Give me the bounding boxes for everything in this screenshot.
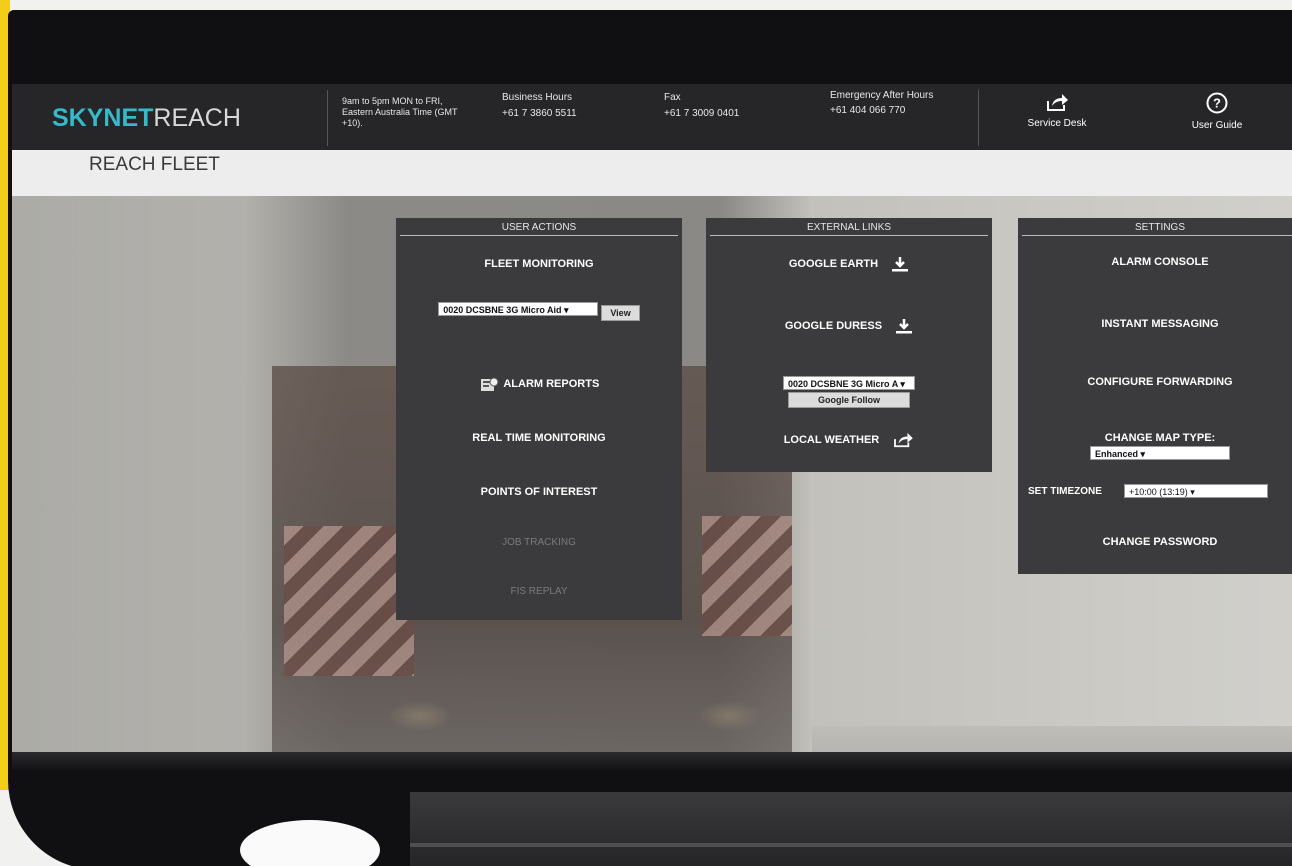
page-title: REACH FLEET bbox=[89, 154, 220, 175]
local-weather-link[interactable]: LOCAL WEATHER bbox=[706, 432, 992, 448]
business-hours-phone[interactable]: +61 7 3860 5511 bbox=[502, 108, 577, 120]
fis-replay-link[interactable]: FIS REPLAY bbox=[396, 586, 682, 597]
logo[interactable]: SKYNETREACH bbox=[52, 104, 241, 133]
photo-stripes bbox=[284, 526, 414, 676]
timezone-select[interactable]: +10:00 (13:19) ▾ bbox=[1124, 484, 1268, 498]
local-weather-label: LOCAL WEATHER bbox=[783, 433, 880, 446]
page-title-bar: REACH FLEET bbox=[12, 150, 1292, 196]
business-hours-label: Business Hours bbox=[502, 92, 573, 103]
emergency-phone[interactable]: +61 404 066 770 bbox=[830, 105, 940, 117]
google-earth-label: GOOGLE EARTH bbox=[788, 257, 879, 270]
instant-messaging-link[interactable]: INSTANT MESSAGING bbox=[1018, 318, 1292, 330]
emergency-label: Emergency After Hours bbox=[830, 90, 934, 101]
download-icon bbox=[896, 319, 913, 334]
fax-label: Fax bbox=[664, 92, 681, 103]
photo-stripes bbox=[702, 516, 792, 636]
laptop-base-edge bbox=[410, 843, 1292, 847]
points-of-interest-link[interactable]: POINTS OF INTEREST bbox=[396, 486, 682, 498]
top-header: SKYNETREACH 9am to 5pm MON to FRI, Easte… bbox=[12, 84, 1292, 150]
external-links-title: EXTERNAL LINKS bbox=[710, 218, 988, 236]
download-icon bbox=[892, 257, 909, 272]
change-map-type-label: CHANGE MAP TYPE: bbox=[1104, 432, 1216, 444]
business-hours-block: Business Hours +61 7 3860 5511 bbox=[502, 92, 577, 120]
service-desk-label: Service Desk bbox=[1027, 118, 1087, 129]
header-divider bbox=[327, 90, 328, 146]
help-circle-icon: ? bbox=[1206, 92, 1228, 114]
google-duress-label: GOOGLE DURESS bbox=[784, 319, 883, 332]
settings-panel: SETTINGS ALARM CONSOLE INSTANT MESSAGING… bbox=[1018, 218, 1292, 574]
header-divider bbox=[978, 90, 979, 146]
user-actions-title: USER ACTIONS bbox=[400, 218, 678, 236]
fleet-device-select-value: 0020 DCSBNE 3G Micro Aid bbox=[443, 305, 562, 315]
support-hours-text: 9am to 5pm MON to FRI, Eastern Australia… bbox=[342, 96, 458, 128]
change-password-link[interactable]: CHANGE PASSWORD bbox=[1018, 536, 1292, 548]
report-icon bbox=[480, 377, 499, 391]
configure-forwarding-link[interactable]: CONFIGURE FORWARDING bbox=[1018, 376, 1292, 388]
screen-bottom-edge bbox=[12, 752, 1292, 770]
emergency-block: Emergency After Hours +61 404 066 770 bbox=[830, 90, 940, 117]
service-desk-button[interactable]: Service Desk bbox=[1012, 92, 1102, 129]
google-earth-link[interactable]: GOOGLE EARTH bbox=[706, 256, 992, 272]
settings-title: SETTINGS bbox=[1022, 218, 1292, 236]
job-tracking-link[interactable]: JOB TRACKING bbox=[396, 537, 682, 548]
google-follow-row: 0020 DCSBNE 3G Micro A ▾ bbox=[706, 376, 992, 393]
real-time-monitoring-link[interactable]: REAL TIME MONITORING bbox=[396, 432, 682, 444]
photo-wall bbox=[12, 196, 252, 770]
logo-primary: SKYNET bbox=[52, 104, 154, 132]
follow-device-select[interactable]: 0020 DCSBNE 3G Micro A ▾ bbox=[783, 376, 915, 390]
google-follow-row-2: Google Follow bbox=[706, 392, 992, 408]
svg-text:?: ? bbox=[1213, 96, 1221, 111]
share-icon bbox=[894, 432, 914, 448]
map-type-row: Enhanced ▾ bbox=[1018, 446, 1292, 463]
laptop-base bbox=[410, 792, 1292, 866]
logo-secondary: REACH bbox=[153, 104, 241, 132]
alarm-console-link[interactable]: ALARM CONSOLE bbox=[1018, 256, 1292, 268]
google-follow-button[interactable]: Google Follow bbox=[788, 392, 910, 408]
external-links-panel: EXTERNAL LINKS GOOGLE EARTH GOOGLE DURES… bbox=[706, 218, 992, 472]
google-duress-link[interactable]: GOOGLE DURESS bbox=[706, 318, 992, 334]
fax-number: +61 7 3009 0401 bbox=[664, 108, 740, 119]
fleet-device-select[interactable]: 0020 DCSBNE 3G Micro Aid ▾ bbox=[438, 302, 599, 316]
alarm-reports-link[interactable]: ALARM REPORTS bbox=[396, 376, 682, 392]
map-type-select-value: Enhanced bbox=[1095, 449, 1139, 459]
screen: SKYNETREACH 9am to 5pm MON to FRI, Easte… bbox=[12, 84, 1292, 770]
fleet-monitoring-link[interactable]: FLEET MONITORING bbox=[396, 258, 682, 270]
user-actions-panel: USER ACTIONS FLEET MONITORING 0020 DCSBN… bbox=[396, 218, 682, 620]
map-type-select[interactable]: Enhanced ▾ bbox=[1090, 446, 1230, 460]
alarm-reports-label: ALARM REPORTS bbox=[503, 377, 600, 390]
fleet-device-row: 0020 DCSBNE 3G Micro Aid ▾ View bbox=[396, 302, 682, 321]
timezone-select-value: +10:00 (13:19) bbox=[1129, 487, 1188, 497]
follow-device-select-value: 0020 DCSBNE 3G Micro A bbox=[788, 379, 898, 389]
user-guide-button[interactable]: ? User Guide bbox=[1172, 92, 1262, 131]
view-button[interactable]: View bbox=[601, 305, 640, 321]
user-guide-label: User Guide bbox=[1191, 120, 1243, 131]
fax-block: Fax +61 7 3009 0401 bbox=[664, 92, 739, 120]
set-timezone-label: SET TIMEZONE bbox=[1028, 486, 1102, 497]
share-icon bbox=[1047, 94, 1068, 111]
